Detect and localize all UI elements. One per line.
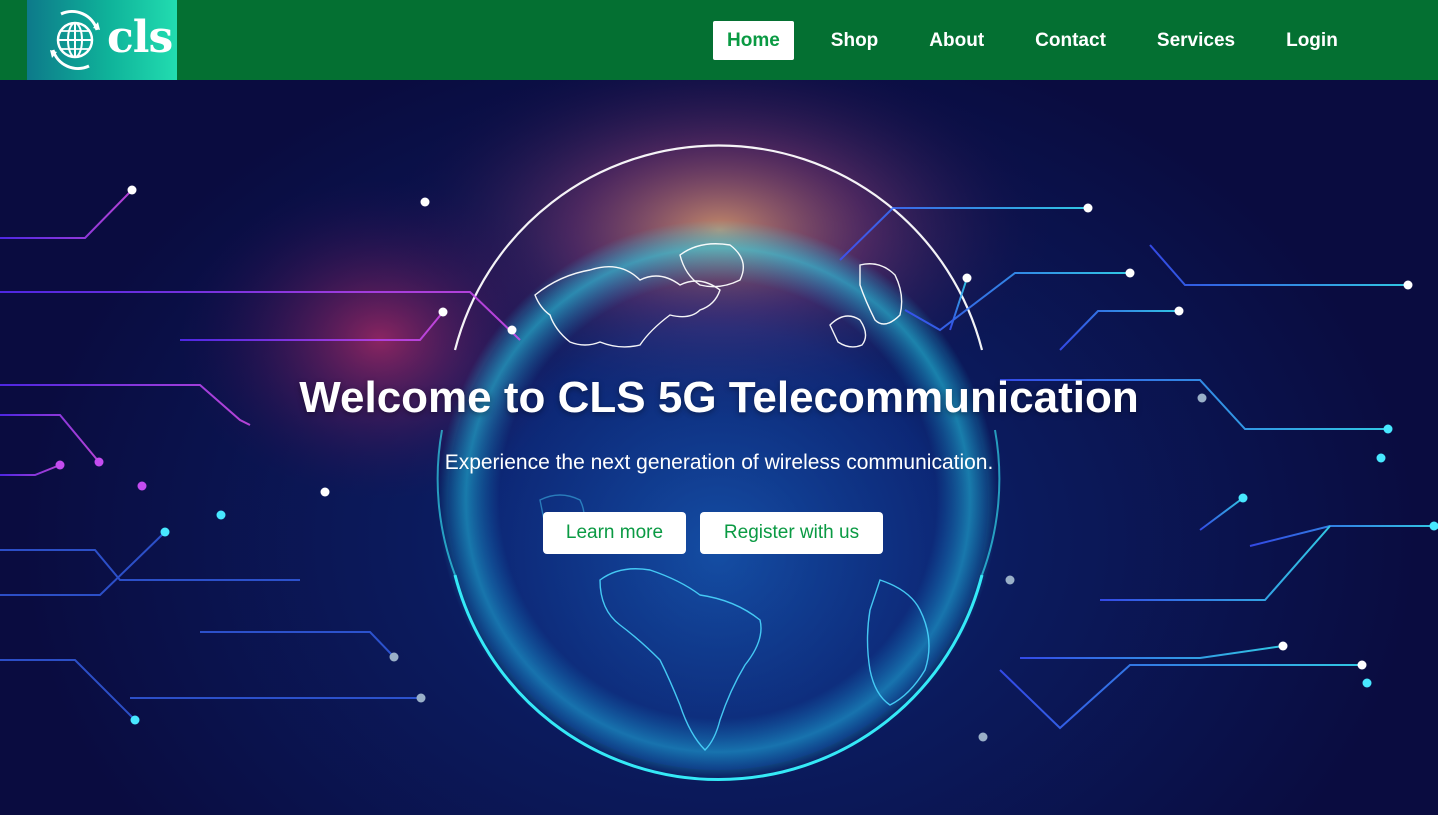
hero-title: Welcome to CLS 5G Telecommunication (299, 373, 1139, 422)
nav-login[interactable]: Login (1272, 21, 1352, 60)
nav-services[interactable]: Services (1143, 21, 1249, 60)
nav-home[interactable]: Home (713, 21, 794, 60)
nav-shop[interactable]: Shop (817, 21, 893, 60)
logo[interactable]: cls (27, 0, 177, 80)
hero-background-image (0, 80, 1438, 781)
nav-contact[interactable]: Contact (1021, 21, 1120, 60)
top-navbar: cls Home Shop About Contact Services Log… (0, 0, 1438, 80)
hero-subtitle: Experience the next generation of wirele… (444, 451, 994, 474)
learn-more-button[interactable]: Learn more (543, 512, 686, 554)
nav-about[interactable]: About (915, 21, 998, 60)
logo-text: cls (107, 12, 173, 63)
main-nav: Home Shop About Contact Services Login (713, 21, 1352, 60)
register-button[interactable]: Register with us (700, 512, 883, 554)
hero-section: Welcome to CLS 5G Telecommunication Expe… (0, 80, 1438, 815)
